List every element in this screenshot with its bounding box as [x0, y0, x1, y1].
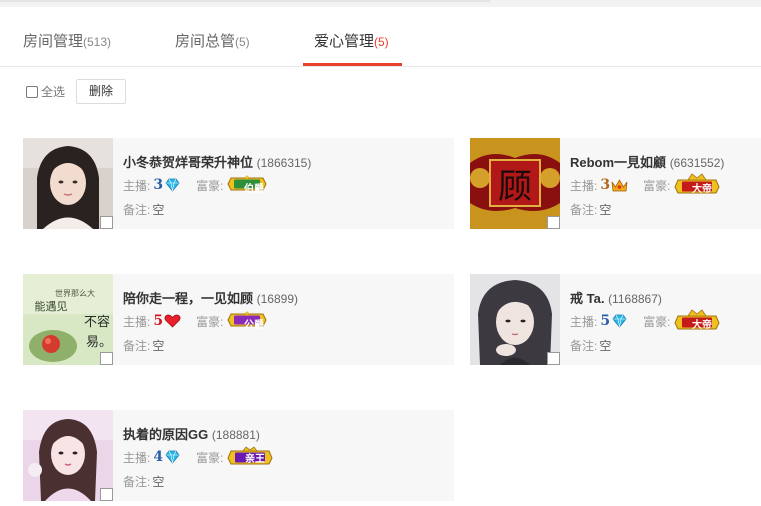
avatar-character: 顾 [498, 167, 532, 207]
select-all-checkbox[interactable]: 全选 [26, 83, 65, 100]
note-label: 备注: [570, 339, 598, 353]
anchor-label: 主播: [123, 450, 151, 465]
room-id: (188881) [211, 428, 260, 442]
note-value: 空 [152, 339, 165, 353]
room-id: (16899) [256, 292, 299, 306]
anchor-label: 主播: [570, 178, 598, 193]
tab-count: (5) [235, 35, 250, 49]
anchor-level: 5 [153, 313, 164, 329]
room-card[interactable]: 顾 Rebom一見如顧 (6631552) 主播: 3 富豪: 备注: 空 [470, 138, 761, 229]
card-checkbox[interactable] [547, 352, 560, 365]
tab-room-management[interactable]: 房间管理(513) [23, 7, 111, 67]
diamond-icon [612, 314, 627, 328]
tab-label: 房间管理 [23, 33, 84, 50]
anchor-label: 主播: [570, 314, 598, 329]
anchor-level: 3 [153, 177, 164, 193]
note-row: 备注: 空 [570, 337, 611, 354]
tab-label: 房间总管 [175, 33, 236, 50]
card-checkbox[interactable] [100, 352, 113, 365]
anchor-level: 4 [153, 449, 164, 465]
card-checkbox[interactable] [547, 216, 560, 229]
crown-icon [611, 179, 628, 192]
room-name[interactable]: 戒 Ta. (1168867) [570, 288, 662, 307]
room-id: (6631552) [669, 156, 725, 170]
rich-label: 富豪: [643, 314, 671, 329]
note-row: 备注: 空 [123, 473, 164, 490]
rich-label: 富豪: [196, 450, 224, 465]
note-value: 空 [152, 475, 165, 489]
room-title: 小冬恭贺烊哥荣升神位 [123, 155, 254, 170]
delete-button[interactable]: 删除 [76, 79, 127, 104]
rank-badge-text: 伯爵 [244, 184, 264, 195]
note-label: 备注: [570, 203, 598, 217]
room-id: (1866315) [256, 156, 312, 170]
avatar-text: 世界那么大 [55, 288, 95, 298]
room-title: 陪你走一程，一见如顾 [123, 291, 254, 306]
room-name[interactable]: 陪你走一程，一见如顾 (16899) [123, 288, 298, 307]
note-row: 备注: 空 [123, 201, 164, 218]
card-checkbox[interactable] [100, 216, 113, 229]
avatar-text: 易。 [86, 335, 112, 350]
note-label: 备注: [123, 475, 151, 489]
rich-label: 富豪: [643, 178, 671, 193]
anchor-label: 主播: [123, 178, 151, 193]
anchor-level: 3 [600, 177, 611, 193]
room-id: (1168867) [608, 292, 662, 306]
room-title: Rebom一見如顧 [570, 155, 667, 170]
active-tab-indicator [303, 63, 402, 66]
card-checkbox[interactable] [100, 488, 113, 501]
room-name[interactable]: 小冬恭贺烊哥荣升神位 (1866315) [123, 152, 311, 171]
top-strip [0, 0, 761, 7]
diamond-icon [165, 178, 180, 192]
toolbar: 全选 删除 [26, 79, 127, 104]
rich-label: 富豪: [196, 314, 224, 329]
rank-badge-text: 亲王 [245, 454, 265, 465]
rank-badge-text: 大帝 [692, 184, 712, 195]
tab-love-management[interactable]: 爱心管理(5) [314, 7, 389, 67]
room-name[interactable]: 执着的原因GG (188881) [123, 424, 260, 443]
note-label: 备注: [123, 339, 151, 353]
checkbox-box[interactable] [26, 85, 38, 98]
note-row: 备注: 空 [570, 201, 611, 218]
select-all-label: 全选 [41, 85, 66, 99]
rank-badge-text: 公爵 [244, 320, 264, 331]
rich-label: 富豪: [196, 178, 224, 193]
room-name[interactable]: Rebom一見如顧 (6631552) [570, 152, 724, 171]
tab-count: (5) [374, 35, 389, 49]
room-card[interactable]: 执着的原因GG (188881) 主播: 4 富豪: 备注: 空 [23, 410, 454, 501]
room-title: 执着的原因GG [123, 427, 209, 442]
heart-icon [164, 314, 181, 328]
room-card[interactable]: 戒 Ta. (1168867) 主播: 5 富豪: 备注: 空 [470, 274, 761, 365]
anchor-label: 主播: [123, 314, 151, 329]
note-row: 备注: 空 [123, 337, 164, 354]
note-value: 空 [599, 339, 612, 353]
room-title: 戒 Ta. [570, 291, 605, 306]
avatar-text: 不容 [84, 314, 110, 330]
tab-count: (513) [83, 35, 112, 49]
tab-room-supervisor[interactable]: 房间总管(5) [175, 7, 250, 67]
note-value: 空 [599, 203, 612, 217]
note-value: 空 [152, 203, 165, 217]
note-label: 备注: [123, 203, 151, 217]
tab-bar: 房间管理(513) 房间总管(5) 爱心管理(5) [0, 7, 761, 67]
tab-label: 爱心管理 [314, 33, 375, 50]
room-card[interactable]: 世界那么大 能遇见 不容 易。 陪你走一程，一见如顾 (16899) 主播: 5… [23, 274, 454, 365]
avatar-text: 能遇见 [35, 299, 68, 313]
anchor-level: 5 [600, 313, 611, 329]
room-card[interactable]: 小冬恭贺烊哥荣升神位 (1866315) 主播: 3 富豪: 备注: 空 [23, 138, 454, 229]
rank-badge-text: 大帝 [692, 320, 712, 331]
diamond-icon [165, 450, 180, 464]
